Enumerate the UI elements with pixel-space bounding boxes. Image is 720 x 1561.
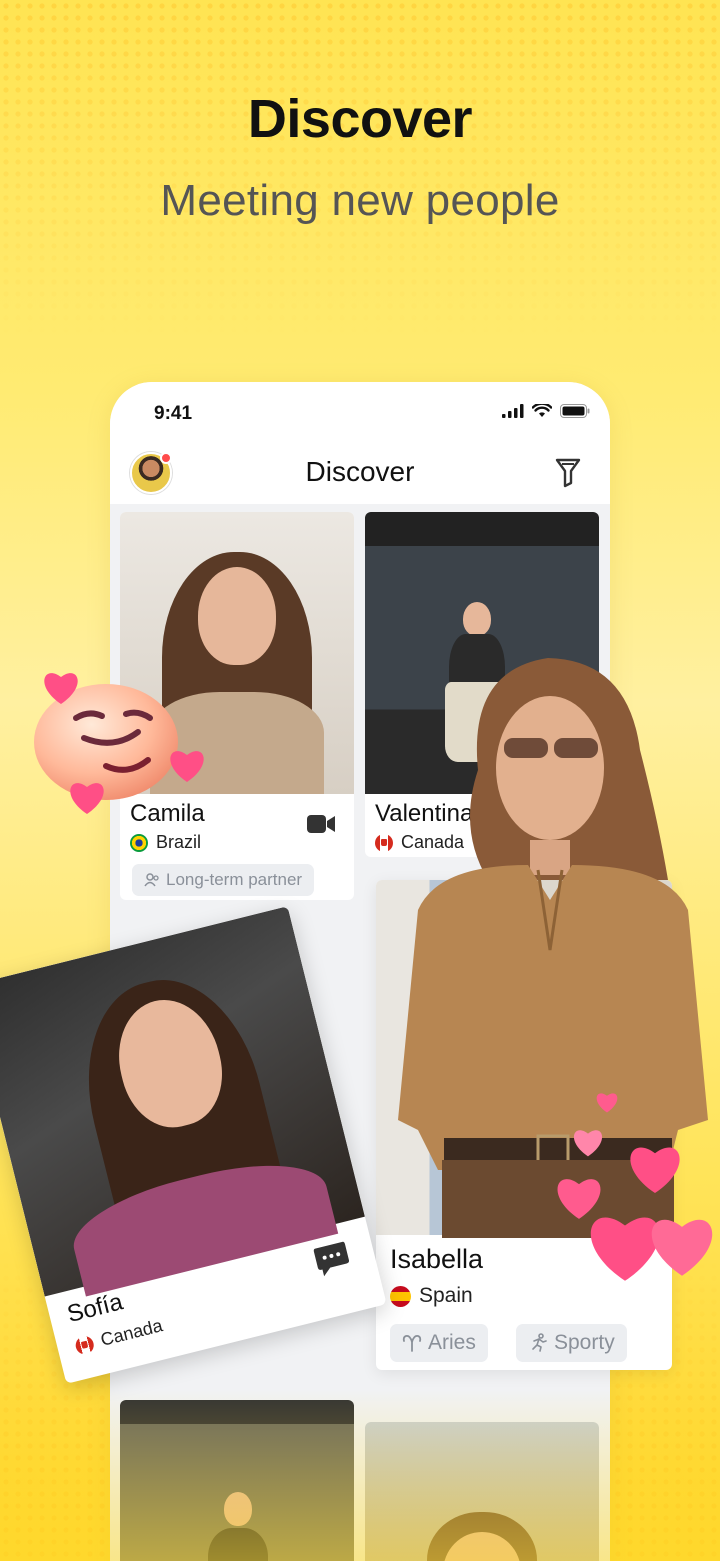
signal-icon <box>502 404 524 418</box>
chip-label: Long-term partner <box>166 870 303 889</box>
canada-flag-icon <box>73 1333 96 1356</box>
heart-icon <box>651 1219 713 1276</box>
brazil-flag-icon <box>130 833 148 852</box>
profile-name: Sofía <box>64 1288 126 1329</box>
profile-card-next-right[interactable] <box>365 1422 599 1561</box>
filter-icon[interactable] <box>554 456 582 488</box>
status-icons <box>502 404 590 418</box>
profile-name: Valentina <box>375 800 474 827</box>
app-header: 9:41 Discover <box>110 382 610 504</box>
hero-subtitle: Meeting new people <box>160 176 560 225</box>
profile-photo <box>365 1422 599 1561</box>
chat-bubble-icon[interactable] <box>311 1238 354 1280</box>
profile-country: Canada <box>375 832 464 853</box>
profile-name: Isabella <box>390 1244 484 1274</box>
battery-icon <box>560 404 590 418</box>
chip-label: Aries <box>428 1331 476 1354</box>
aries-icon <box>402 1334 422 1352</box>
heart-icon <box>44 673 78 704</box>
profile-card-isabella[interactable]: Isabella Spain Aries Sporty <box>376 880 672 1370</box>
app-title: Discover <box>305 456 415 487</box>
heart-icon <box>573 1130 603 1157</box>
canada-flag-icon <box>375 833 393 852</box>
profile-photo <box>365 512 599 794</box>
chip-long-term-partner: Long-term partner <box>132 864 315 896</box>
heart-icon <box>630 1147 680 1194</box>
heart-icon <box>70 783 104 814</box>
chip-sporty: Sporty <box>516 1324 627 1362</box>
profile-country: Brazil <box>130 832 201 853</box>
people-icon <box>144 873 159 887</box>
spain-flag-icon <box>390 1285 411 1307</box>
profile-name: Camila <box>130 800 205 827</box>
country-label: Spain <box>419 1284 473 1307</box>
status-time: 9:41 <box>154 403 193 424</box>
profile-card-next-left[interactable] <box>120 1400 354 1561</box>
heart-icon <box>596 1093 618 1113</box>
profile-photo <box>120 1400 354 1561</box>
heart-icon <box>170 751 204 782</box>
video-camera-icon[interactable] <box>306 812 336 836</box>
chip-aries: Aries <box>390 1324 488 1362</box>
profile-card-valentina[interactable]: Valentina Canada <box>365 512 599 857</box>
hero-title: Discover <box>247 89 473 149</box>
profile-country: Spain <box>390 1284 473 1308</box>
country-label: Canada <box>401 832 465 852</box>
running-icon <box>532 1333 547 1352</box>
country-label: Brazil <box>156 832 202 852</box>
country-label: Canada <box>98 1315 165 1350</box>
chip-label: Sporty <box>554 1331 615 1354</box>
wifi-icon <box>532 404 552 417</box>
